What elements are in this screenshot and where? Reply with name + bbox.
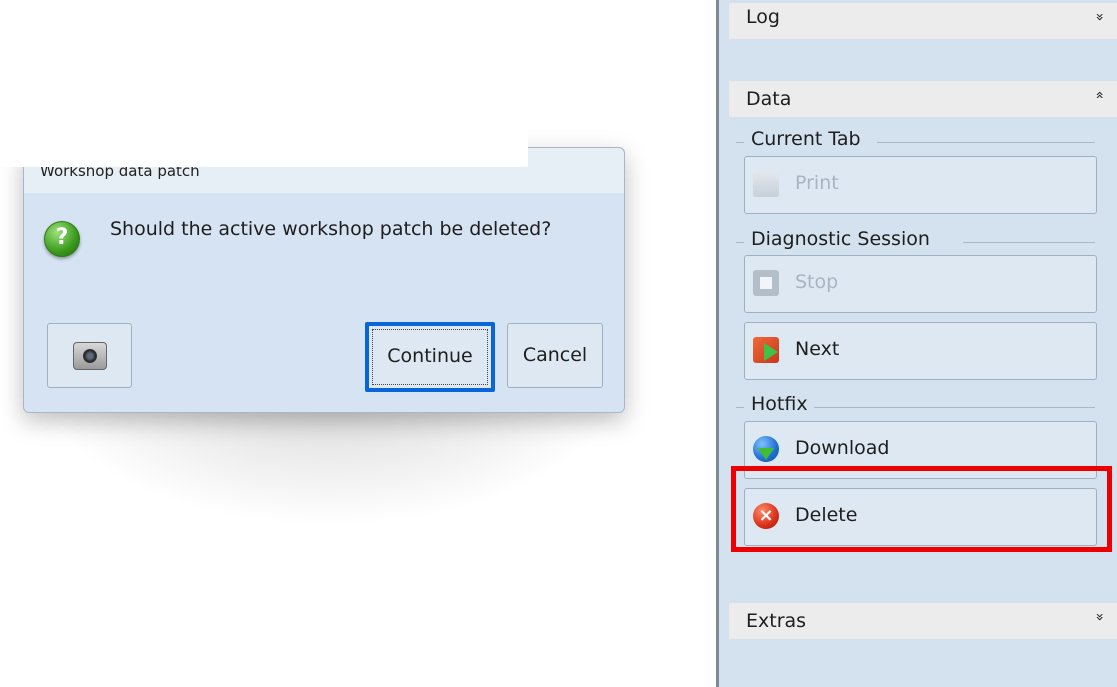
group-divider xyxy=(736,407,744,408)
next-button[interactable]: Next xyxy=(744,322,1097,380)
stop-icon xyxy=(753,270,779,296)
continue-button-label: Continue xyxy=(372,329,488,385)
dialog-message: Should the active workshop patch be dele… xyxy=(110,218,552,240)
side-panel: Log » Data « Current Tab Print Diagnosti… xyxy=(716,0,1117,687)
confirm-dialog: Workshop data patch ? Should the active … xyxy=(23,147,625,413)
group-label-hotfix: Hotfix xyxy=(751,393,808,415)
section-data-label: Data xyxy=(746,88,792,110)
question-icon: ? xyxy=(44,221,80,257)
group-divider xyxy=(877,142,1095,143)
next-button-label: Next xyxy=(795,338,840,360)
section-log[interactable]: Log » xyxy=(729,3,1117,39)
print-button-label: Print xyxy=(795,172,839,194)
screenshot-button[interactable] xyxy=(47,323,132,388)
expand-chevron-icon: » xyxy=(1091,612,1108,622)
collapse-chevron-icon: « xyxy=(1091,90,1108,100)
group-divider xyxy=(736,242,744,243)
next-icon xyxy=(753,337,779,363)
camera-icon xyxy=(73,342,107,370)
continue-button[interactable]: Continue xyxy=(365,322,495,392)
section-extras[interactable]: Extras » xyxy=(729,603,1117,639)
highlight-box xyxy=(731,466,1112,552)
print-icon xyxy=(753,171,779,197)
download-button-label: Download xyxy=(795,437,890,459)
cancel-button[interactable]: Cancel xyxy=(507,323,603,388)
download-icon xyxy=(753,436,779,462)
section-log-label: Log xyxy=(746,6,780,28)
group-label-diagnostic-session: Diagnostic Session xyxy=(751,228,930,250)
title-overlay xyxy=(0,112,528,167)
section-data[interactable]: Data « xyxy=(729,81,1117,117)
print-button[interactable]: Print xyxy=(744,156,1097,214)
stop-button-label: Stop xyxy=(795,271,839,293)
group-label-current-tab: Current Tab xyxy=(751,128,861,150)
expand-chevron-icon: » xyxy=(1091,12,1108,22)
stop-button[interactable]: Stop xyxy=(744,255,1097,313)
group-divider xyxy=(736,142,744,143)
group-divider xyxy=(963,242,1095,243)
section-extras-label: Extras xyxy=(746,610,807,632)
group-divider xyxy=(814,407,1095,408)
